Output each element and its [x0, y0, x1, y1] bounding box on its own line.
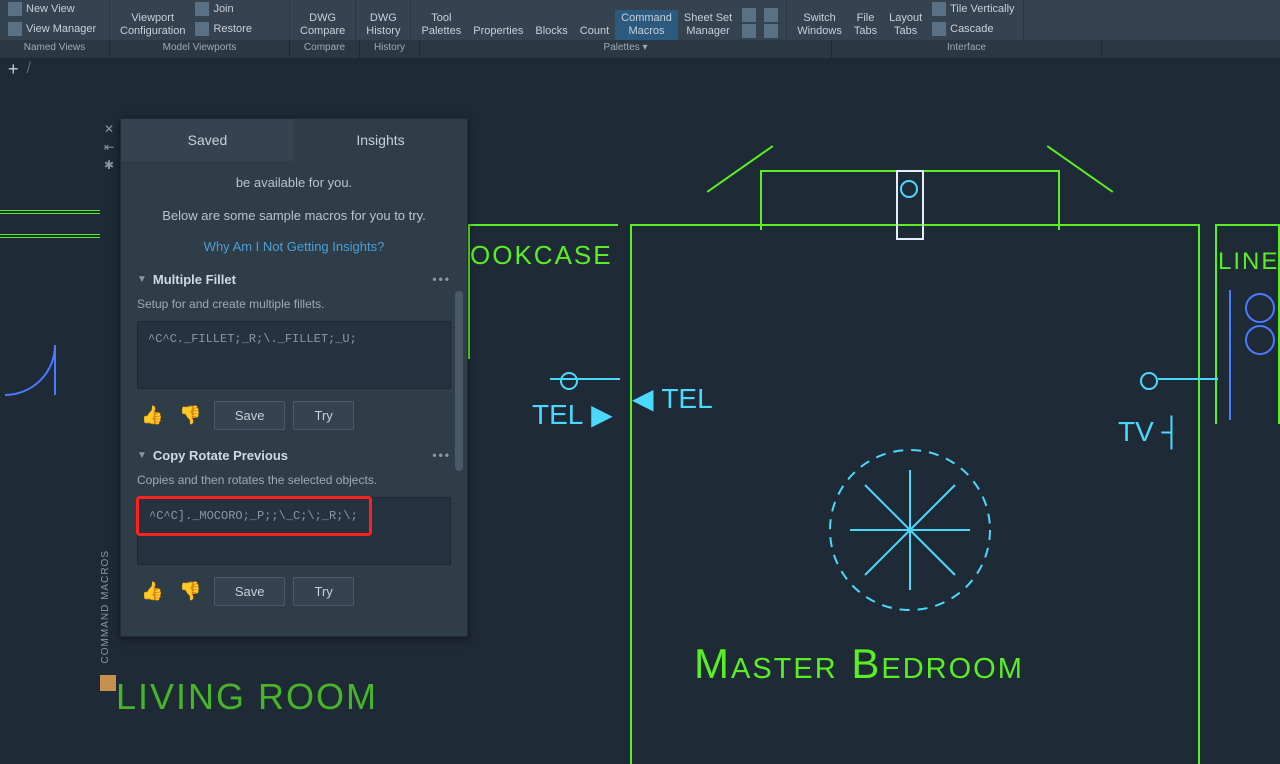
try-button[interactable]: Try [293, 577, 353, 606]
dwg-history-button[interactable]: DWG History [360, 10, 406, 40]
save-button[interactable]: Save [214, 577, 286, 606]
save-button[interactable]: Save [214, 401, 286, 430]
macro-title: Copy Rotate Previous [153, 448, 288, 463]
macro-card-multiple-fillet: ▼ Multiple Fillet ••• Setup for and crea… [137, 272, 451, 430]
compare-group: Compare [290, 40, 360, 58]
closet-detail [1220, 290, 1280, 420]
switch-windows-button[interactable]: Switch Windows [791, 10, 848, 40]
macro-card-copy-rotate: ▼ Copy Rotate Previous ••• Copies and th… [137, 448, 451, 606]
tile-vertically-button[interactable]: Tile Vertically [930, 0, 1016, 18]
panel-info-text-1: be available for you. [137, 173, 451, 194]
tab-divider: / [27, 60, 31, 78]
macro-menu-button[interactable]: ••• [432, 272, 451, 286]
cascade-icon [932, 22, 946, 36]
thumbs-down-button[interactable]: 👎 [175, 579, 205, 604]
panel-info-text-2: Below are some sample macros for you to … [137, 206, 451, 227]
ribbon-small-icon-4[interactable] [764, 24, 778, 38]
ceiling-fan-symbol [820, 440, 1000, 620]
dwg-compare-button[interactable]: DWG Compare [294, 10, 351, 40]
macro-code-1[interactable]: ^C^C._FILLET;_R;\._FILLET;_U; [137, 321, 451, 389]
bookcase-label: OOKCASE [470, 240, 613, 271]
view-manager-button[interactable]: View Manager [6, 20, 103, 38]
tab-saved[interactable]: Saved [121, 119, 294, 161]
panel-vertical-title: COMMAND MACROS [100, 550, 111, 663]
join-icon [195, 2, 209, 16]
tile-vertically-label: Tile Vertically [950, 3, 1014, 15]
ribbon-small-icon-3[interactable] [764, 8, 778, 22]
interface-group: Interface [832, 40, 1102, 58]
tile-vertically-icon [932, 2, 946, 16]
thumbs-up-button[interactable]: 👍 [137, 579, 167, 604]
living-room-label: LIVING ROOM [116, 676, 378, 718]
blocks-button[interactable]: Blocks [529, 23, 573, 40]
view-manager-label: View Manager [26, 23, 96, 35]
new-view-button[interactable]: New View [6, 0, 103, 18]
panel-settings-button[interactable]: ✱ [100, 158, 118, 172]
new-view-icon [8, 2, 22, 16]
model-viewports-group: Model Viewports [110, 40, 290, 58]
why-insights-link[interactable]: Why Am I Not Getting Insights? [137, 239, 451, 254]
restore-button[interactable]: Restore [193, 20, 254, 38]
tool-palettes-button[interactable]: Tool Palettes [415, 10, 467, 40]
view-manager-icon [8, 22, 22, 36]
ribbon-small-icon-2[interactable] [742, 24, 756, 38]
thumbs-down-button[interactable]: 👎 [175, 403, 205, 428]
macro-menu-button[interactable]: ••• [432, 448, 451, 462]
macro-description: Setup for and create multiple fillets. [137, 297, 451, 311]
cascade-label: Cascade [950, 23, 993, 35]
ribbon-small-icon-1[interactable] [742, 8, 756, 22]
palettes-group[interactable]: Palettes ▾ [420, 40, 832, 58]
sheet-set-manager-button[interactable]: Sheet Set Manager [678, 10, 738, 40]
restore-icon [195, 22, 209, 36]
join-label: Join [213, 3, 233, 15]
tel-label-2: ◀ TEL [632, 382, 713, 415]
cascade-button[interactable]: Cascade [930, 20, 1016, 38]
layout-tabs-button[interactable]: Layout Tabs [883, 10, 928, 40]
panel-title-icon [100, 675, 116, 691]
properties-button[interactable]: Properties [467, 23, 529, 40]
command-macros-button[interactable]: Command Macros [615, 10, 678, 40]
named-views-group: Named Views [0, 40, 110, 58]
count-button[interactable]: Count [574, 23, 615, 40]
add-tab-button[interactable]: + [8, 59, 19, 80]
new-view-label: New View [26, 3, 75, 15]
panel-collapse-button[interactable]: ⇤ [100, 140, 118, 154]
macro-title: Multiple Fillet [153, 272, 236, 287]
viewport-config-button[interactable]: Viewport Configuration [114, 10, 191, 40]
restore-label: Restore [213, 23, 252, 35]
tab-insights[interactable]: Insights [294, 119, 467, 161]
panel-scrollbar[interactable] [455, 291, 463, 471]
command-macros-panel: Saved Insights be available for you. Bel… [120, 118, 468, 637]
join-button[interactable]: Join [193, 0, 254, 18]
history-group: History [360, 40, 420, 58]
tel-label-1: TEL ▶ [532, 398, 613, 431]
door-arc [0, 340, 70, 440]
caret-down-icon[interactable]: ▼ [137, 274, 147, 285]
file-tabs-button[interactable]: File Tabs [848, 10, 883, 40]
tv-label: TV ┤ [1118, 416, 1181, 448]
try-button[interactable]: Try [293, 401, 353, 430]
macro-description: Copies and then rotates the selected obj… [137, 473, 451, 487]
macro-code-2[interactable]: ^C^C]._MOCORO;_P;;\_C;\;_R;\; [138, 498, 370, 534]
master-bedroom-label: Master Bedroom [694, 640, 1024, 688]
caret-down-icon[interactable]: ▼ [137, 450, 147, 461]
thumbs-up-button[interactable]: 👍 [137, 403, 167, 428]
linen-label: LINEN [1218, 248, 1280, 276]
panel-close-button[interactable]: ✕ [100, 122, 118, 136]
